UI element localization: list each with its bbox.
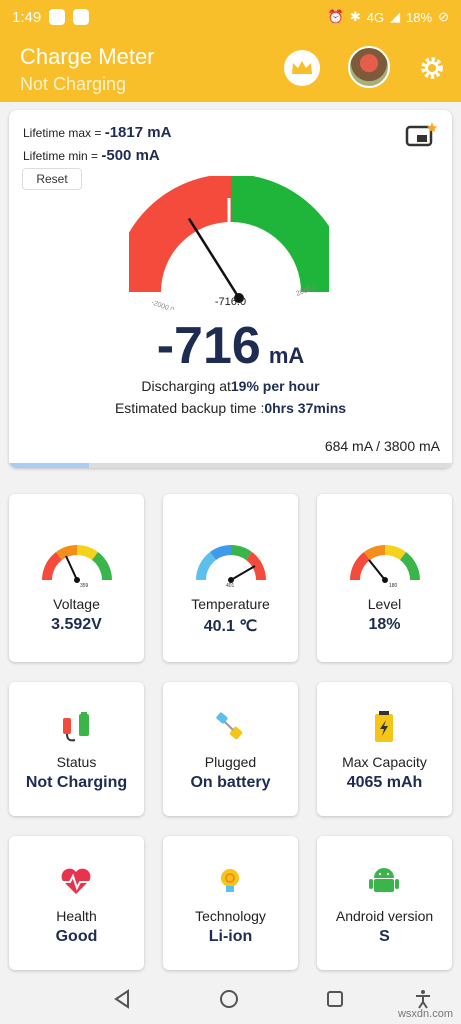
signal-icon: ◢ <box>390 9 401 24</box>
android-version-tile[interactable]: Android version S <box>317 836 452 970</box>
current-gauge: -2000.0 2000.0 <box>129 176 329 310</box>
lifetime-min-value: -500 mA <box>101 147 160 164</box>
alarm-icon: ⏰ <box>327 9 344 24</box>
settings-button[interactable] <box>416 52 448 84</box>
battery-icon: ⊘ <box>438 9 449 24</box>
technology-tile[interactable]: Technology Li-ion <box>163 836 298 970</box>
level-gauge-label: 180 <box>389 583 398 588</box>
app-title: Charge Meter <box>20 44 155 69</box>
voltage-label: Voltage <box>53 596 100 612</box>
accessibility-icon <box>416 990 430 1009</box>
user-avatar[interactable] <box>348 46 390 88</box>
level-gauge-icon: 180 <box>350 545 420 588</box>
level-value: 18% <box>368 616 401 633</box>
health-value: Good <box>55 928 98 945</box>
lightbulb-gear-icon <box>221 869 239 892</box>
status-tile[interactable]: Status Not Charging <box>9 682 144 816</box>
backup-time-line: Estimated backup time :0hrs 37mins <box>9 400 452 416</box>
lifetime-max-row: Lifetime max = -1817 mA <box>23 124 171 141</box>
temperature-tile[interactable]: 401 Temperature 40.1 ℃ <box>163 494 298 662</box>
capacity-progress-fill <box>9 463 89 468</box>
gauge-positive-arc <box>230 176 329 293</box>
max-capacity-value: 4065 mAh <box>346 774 423 791</box>
back-button[interactable] <box>110 986 136 1012</box>
status-label: Status <box>56 754 97 770</box>
voltage-gauge-icon: 359 <box>42 545 112 588</box>
recents-button[interactable] <box>322 986 348 1012</box>
level-tile[interactable]: 180 Level 18% <box>317 494 452 662</box>
lifetime-min-row: Lifetime min = -500 mA <box>23 147 160 164</box>
back-triangle-icon <box>114 989 129 1009</box>
discharge-rate-value: 19% per hour <box>230 378 320 394</box>
temperature-label: Temperature <box>191 596 270 612</box>
gauge-needle <box>187 217 241 299</box>
home-circle-icon <box>220 990 238 1008</box>
status-time: 1:49 <box>12 8 42 26</box>
picture-in-picture-icon[interactable] <box>405 120 439 150</box>
status-bar: 1:49 ⏰ ✱ 4G ◢ 18% ⊘ <box>0 0 461 34</box>
gauge-value-label: -716.0 <box>214 296 247 308</box>
backup-time-value: 0hrs 37mins <box>264 400 347 416</box>
android-version-label: Android version <box>335 908 434 924</box>
lifetime-min-label: Lifetime min = <box>23 149 102 163</box>
temperature-gauge-label: 401 <box>226 583 235 588</box>
current-unit: mA <box>268 343 305 368</box>
max-capacity-tile[interactable]: Max Capacity 4065 mAh <box>317 682 452 816</box>
technology-label: Technology <box>195 908 266 924</box>
health-label: Health <box>56 908 97 924</box>
android-icon <box>369 868 399 892</box>
capacity-progress-bar <box>9 463 452 468</box>
plug-icon <box>216 712 243 740</box>
charging-status-subtitle: Not Charging <box>20 74 127 94</box>
current-meter-card: Lifetime max = -1817 mA Lifetime min = -… <box>9 110 452 468</box>
plugged-label: Plugged <box>204 754 257 770</box>
voltage-tile[interactable]: 359 Voltage 3.592V <box>9 494 144 662</box>
temperature-value: 40.1 ℃ <box>203 618 258 635</box>
whatsapp-icon <box>49 9 66 25</box>
level-label: Level <box>367 596 402 612</box>
navigation-bar: wsxdn.com <box>0 974 461 1024</box>
android-version-value: S <box>379 928 390 945</box>
reset-button[interactable]: Reset <box>22 168 82 190</box>
discharge-rate-prefix: Discharging at <box>141 378 231 394</box>
temperature-gauge-icon: 401 <box>196 545 266 588</box>
crown-icon <box>292 61 312 74</box>
voltage-gauge-label: 359 <box>80 583 89 588</box>
bluetooth-icon: ✱ <box>349 9 361 24</box>
status-value: Not Charging <box>25 774 128 791</box>
watermark: wsxdn.com <box>397 1008 453 1020</box>
app-notification-icon <box>73 9 90 25</box>
gear-icon <box>421 57 443 79</box>
max-capacity-label: Max Capacity <box>342 754 427 770</box>
current-value: -716 <box>156 317 261 375</box>
plugged-tile[interactable]: Plugged On battery <box>163 682 298 816</box>
home-button[interactable] <box>216 986 242 1012</box>
recents-square-icon <box>327 991 343 1007</box>
battery-capacity-icon <box>375 711 393 742</box>
technology-value: Li-ion <box>208 928 253 945</box>
lifetime-max-value: -1817 mA <box>104 124 172 141</box>
battery-status-icon <box>63 712 89 742</box>
battery-percent: 18% <box>406 9 433 25</box>
heart-icon <box>61 868 91 894</box>
premium-crown-button[interactable] <box>284 50 320 86</box>
plugged-value: On battery <box>190 774 271 791</box>
app-bar: Charge Meter Not Charging <box>0 34 461 102</box>
health-tile[interactable]: Health Good <box>9 836 144 970</box>
voltage-value: 3.592V <box>51 616 102 633</box>
gauge-negative-arc <box>129 176 232 293</box>
lifetime-max-label: Lifetime max = <box>23 126 105 140</box>
backup-time-prefix: Estimated backup time : <box>114 400 265 416</box>
network-type: 4G <box>366 9 385 25</box>
current-reading: -716 mA <box>9 316 452 376</box>
discharge-rate-line: Discharging at19% per hour <box>9 378 452 394</box>
capacity-ratio: 684 mA / 3800 mA <box>324 438 440 454</box>
